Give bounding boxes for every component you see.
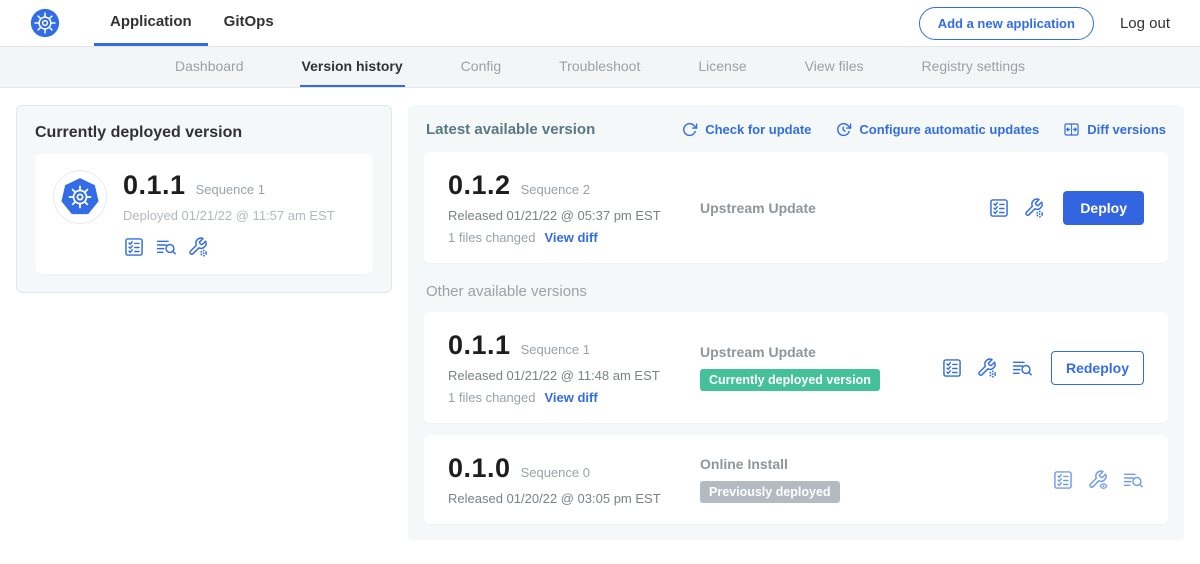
version-actions <box>1052 469 1144 491</box>
add-application-button[interactable]: Add a new application <box>919 7 1094 40</box>
view-diff-link[interactable]: View diff <box>544 230 597 245</box>
diff-versions-label: Diff versions <box>1087 122 1166 137</box>
version-number: 0.1.0 <box>448 453 511 484</box>
version-source: Upstream Update <box>700 344 941 360</box>
view-diff-link[interactable]: View diff <box>544 390 597 405</box>
version-card-0-1-2: 0.1.2 Sequence 2 Released 01/21/22 @ 05:… <box>424 152 1168 263</box>
version-card-0-1-0: 0.1.0 Sequence 0 Released 01/20/22 @ 03:… <box>424 435 1168 524</box>
subnav-view-files[interactable]: View files <box>803 47 866 87</box>
deployed-version-info: 0.1.1 Sequence 1 Deployed 01/21/22 @ 11:… <box>123 170 335 258</box>
redeploy-button[interactable]: Redeploy <box>1051 351 1144 385</box>
version-source: Online Install <box>700 456 1052 472</box>
currently-deployed-badge: Currently deployed version <box>700 369 880 391</box>
version-sequence: Sequence 2 <box>521 182 590 197</box>
files-changed-label: 1 files changed <box>448 390 535 405</box>
app-subnav: Dashboard Version history Config Trouble… <box>0 46 1200 88</box>
deployed-sequence: Sequence 1 <box>196 182 265 197</box>
version-number: 0.1.2 <box>448 170 511 201</box>
deployed-action-icons <box>123 236 335 258</box>
deploy-logs-icon[interactable] <box>1122 469 1144 491</box>
panel-actions: Check for update Configure automatic upd… <box>681 121 1166 138</box>
check-for-update-link[interactable]: Check for update <box>681 121 811 138</box>
version-history-panel: Latest available version Check for updat… <box>408 105 1184 540</box>
currently-deployed-title: Currently deployed version <box>35 124 373 142</box>
version-source-column: Online Install Previously deployed <box>700 456 1052 503</box>
other-available-title: Other available versions <box>426 283 1166 300</box>
latest-available-title: Latest available version <box>426 121 595 138</box>
diff-versions-link[interactable]: Diff versions <box>1063 121 1166 138</box>
view-config-icon[interactable] <box>1087 469 1109 491</box>
edit-config-icon[interactable] <box>976 357 998 379</box>
preflight-checks-icon[interactable] <box>988 197 1010 219</box>
subnav-config[interactable]: Config <box>459 47 503 87</box>
configure-automatic-updates-link[interactable]: Configure automatic updates <box>835 121 1039 138</box>
configure-automatic-updates-label: Configure automatic updates <box>859 122 1039 137</box>
version-info: 0.1.0 Sequence 0 Released 01/20/22 @ 03:… <box>448 453 700 506</box>
version-sequence: Sequence 1 <box>521 342 590 357</box>
tab-application-label: Application <box>110 13 192 30</box>
subnav-registry-settings[interactable]: Registry settings <box>920 47 1027 87</box>
kubernetes-logo-icon <box>30 8 60 38</box>
version-sequence: Sequence 0 <box>521 465 590 480</box>
edit-config-icon[interactable] <box>187 236 209 258</box>
tab-gitops[interactable]: GitOps <box>208 0 290 46</box>
version-actions: Redeploy <box>941 351 1144 385</box>
currently-deployed-card: Currently deployed version 0.1.1 Sequenc… <box>16 105 392 293</box>
diff-icon <box>1063 121 1080 138</box>
deploy-logs-icon[interactable] <box>1011 357 1033 379</box>
latest-available-header: Latest available version Check for updat… <box>426 121 1166 138</box>
subnav-license[interactable]: License <box>696 47 748 87</box>
auto-update-icon <box>835 121 852 138</box>
check-for-update-label: Check for update <box>705 122 811 137</box>
app-tabs: Application GitOps <box>94 0 290 46</box>
version-source-column: Upstream Update Currently deployed versi… <box>700 344 941 391</box>
deployed-timestamp: Deployed 01/21/22 @ 11:57 am EST <box>123 208 335 223</box>
released-timestamp: Released 01/20/22 @ 03:05 pm EST <box>448 491 700 506</box>
subnav-troubleshoot[interactable]: Troubleshoot <box>557 47 642 87</box>
topnav-right: Add a new application Log out <box>919 0 1170 46</box>
released-timestamp: Released 01/21/22 @ 05:37 pm EST <box>448 208 700 223</box>
released-timestamp: Released 01/21/22 @ 11:48 am EST <box>448 368 700 383</box>
version-source-column: Upstream Update <box>700 200 988 216</box>
app-logo-icon <box>53 170 107 224</box>
deployed-version-number: 0.1.1 <box>123 170 186 201</box>
logout-link[interactable]: Log out <box>1120 15 1170 32</box>
preflight-checks-icon[interactable] <box>123 236 145 258</box>
top-navbar: Application GitOps Add a new application… <box>0 0 1200 46</box>
deployed-version-card: 0.1.1 Sequence 1 Deployed 01/21/22 @ 11:… <box>35 154 373 274</box>
version-source: Upstream Update <box>700 200 988 216</box>
subnav-dashboard[interactable]: Dashboard <box>173 47 246 87</box>
deploy-logs-icon[interactable] <box>155 236 177 258</box>
tab-gitops-label: GitOps <box>224 13 274 30</box>
deploy-button[interactable]: Deploy <box>1063 191 1144 225</box>
version-actions: Deploy <box>988 191 1144 225</box>
tab-application[interactable]: Application <box>94 0 208 46</box>
version-card-0-1-1: 0.1.1 Sequence 1 Released 01/21/22 @ 11:… <box>424 312 1168 423</box>
files-changed-label: 1 files changed <box>448 230 535 245</box>
preflight-checks-icon[interactable] <box>941 357 963 379</box>
refresh-icon <box>681 121 698 138</box>
version-info: 0.1.1 Sequence 1 Released 01/21/22 @ 11:… <box>448 330 700 405</box>
previously-deployed-badge: Previously deployed <box>700 481 840 503</box>
version-info: 0.1.2 Sequence 2 Released 01/21/22 @ 05:… <box>448 170 700 245</box>
edit-config-icon[interactable] <box>1023 197 1045 219</box>
main-content: Currently deployed version 0.1.1 Sequenc… <box>0 88 1200 557</box>
version-number: 0.1.1 <box>448 330 511 361</box>
preflight-checks-icon[interactable] <box>1052 469 1074 491</box>
subnav-version-history[interactable]: Version history <box>300 47 405 87</box>
